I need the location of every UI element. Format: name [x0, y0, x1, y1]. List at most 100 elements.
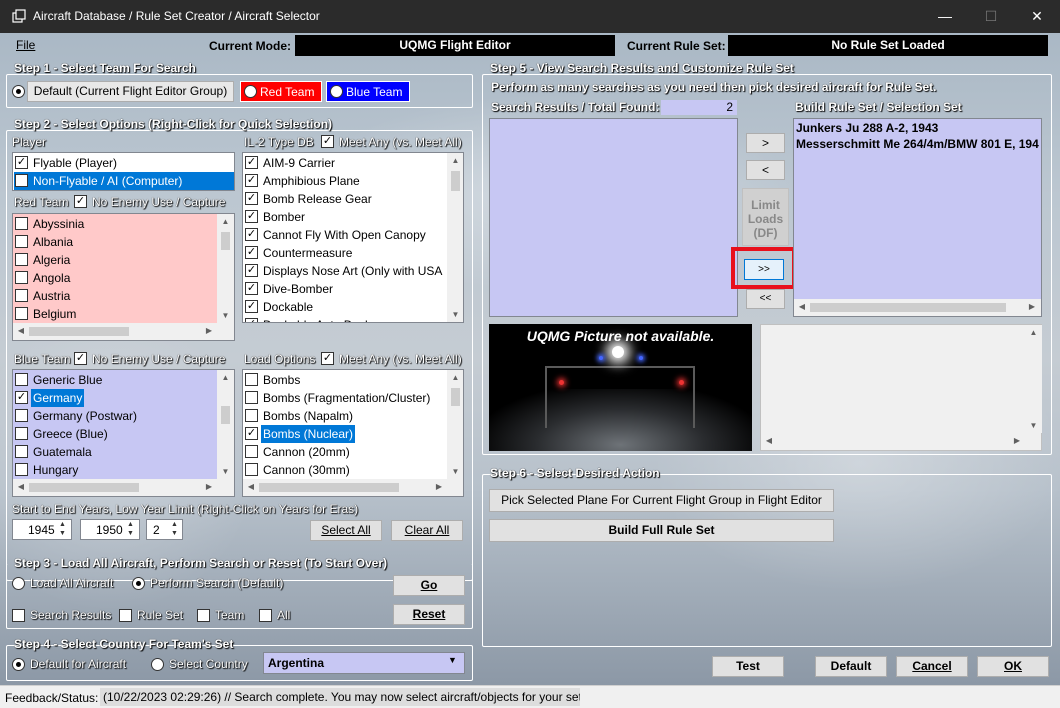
red-no-enemy-checkbox[interactable]: ✓ [74, 195, 87, 208]
blue-no-enemy-checkbox[interactable]: ✓ [74, 352, 87, 365]
list-item[interactable]: Algeria [14, 251, 216, 269]
list-item[interactable]: Hungary [14, 461, 216, 479]
checkbox[interactable]: ✓ [245, 300, 258, 313]
red-team-radio[interactable] [244, 85, 257, 98]
list-item[interactable]: Generic Blue [14, 371, 216, 389]
checkbox[interactable] [245, 409, 258, 422]
list-item[interactable]: ✓ Countermeasure [244, 244, 446, 262]
vertical-scrollbar[interactable]: ▲ ▼ [217, 370, 234, 479]
checkbox[interactable] [15, 174, 28, 187]
rule-set-selection-list[interactable]: Junkers Ju 288 A-2, 1943 Messerschmitt M… [793, 118, 1042, 317]
vertical-scrollbar[interactable]: ▲ ▼ [1025, 325, 1042, 433]
end-year-spinner[interactable]: 1950 ▲ ▼ [80, 519, 140, 540]
remove-button[interactable]: < [746, 160, 785, 180]
country-dropdown[interactable]: Argentina ▼ [263, 652, 465, 674]
limit-loads-button[interactable]: Limit Loads (DF) [742, 188, 789, 246]
add-button[interactable]: > [746, 133, 785, 153]
il2-type-list[interactable]: ✓ AIM-9 Carrier ✓ Amphibious Plane ✓ Bomb Rel… [242, 152, 464, 323]
red-team-list[interactable]: Abyssinia Albania Algeria Angola Austria Belg… [12, 213, 235, 341]
checkbox[interactable]: ✓ [245, 318, 258, 322]
maximize-button[interactable]: ☐ [968, 0, 1014, 33]
chevron-down-icon[interactable]: ▼ [448, 655, 457, 665]
select-country-radio[interactable] [151, 658, 164, 671]
clear-all-checkbox[interactable] [259, 609, 272, 622]
spinner-arrows-icon[interactable]: ▲ ▼ [171, 520, 178, 538]
load-all-radio[interactable] [12, 577, 25, 590]
horizontal-scrollbar[interactable]: ◀ ▶ [794, 299, 1041, 316]
checkbox[interactable]: ✓ [245, 228, 258, 241]
checkbox[interactable] [245, 373, 258, 386]
list-item[interactable]: ✓ Bomber [244, 208, 446, 226]
remove-all-button[interactable]: << [746, 289, 785, 309]
checkbox[interactable]: ✓ [245, 427, 258, 440]
checkbox[interactable] [15, 253, 28, 266]
list-item[interactable]: Abyssinia [14, 215, 216, 233]
vertical-scrollbar[interactable]: ▲ ▼ [447, 153, 463, 322]
vertical-scrollbar[interactable]: ▲ ▼ [217, 214, 234, 323]
menu-file[interactable]: File [16, 38, 35, 52]
perform-search-radio[interactable] [132, 577, 145, 590]
ok-button[interactable]: OK [977, 656, 1049, 677]
checkbox[interactable]: ✓ [245, 174, 258, 187]
checkbox[interactable] [15, 445, 28, 458]
list-item[interactable]: ✓ Dockable [244, 298, 446, 316]
red-team-option[interactable]: Red Team [240, 81, 322, 102]
vertical-scrollbar[interactable]: ▲ ▼ [447, 370, 463, 479]
checkbox[interactable] [15, 427, 28, 440]
select-all-button[interactable]: Select All [310, 520, 382, 541]
cancel-button[interactable]: Cancel [896, 656, 968, 677]
checkbox[interactable] [15, 271, 28, 284]
close-button[interactable]: ✕ [1014, 0, 1060, 33]
list-item[interactable]: ✓ Flyable (Player) [14, 154, 234, 172]
checkbox[interactable] [15, 289, 28, 302]
clear-search-results-checkbox[interactable] [12, 609, 25, 622]
default-aircraft-radio[interactable] [12, 658, 25, 671]
minimize-button[interactable]: — [922, 0, 968, 33]
checkbox[interactable]: ✓ [15, 156, 28, 169]
blue-team-list[interactable]: Generic Blue ✓ Germany Germany (Postwar) Gre… [12, 369, 235, 497]
list-item[interactable]: Messerschmitt Me 264/4m/BMW 801 E, 194 [796, 137, 1041, 151]
list-item[interactable]: Belgium [14, 305, 216, 323]
checkbox[interactable]: ✓ [245, 282, 258, 295]
search-results-list[interactable] [489, 118, 738, 317]
list-item[interactable]: ✓ Dive-Bomber [244, 280, 446, 298]
checkbox[interactable] [15, 307, 28, 320]
checkbox[interactable]: ✓ [245, 264, 258, 277]
checkbox[interactable] [15, 463, 28, 476]
horizontal-scrollbar[interactable]: ◀ ▶ [13, 479, 234, 496]
list-item[interactable]: Bombs [244, 371, 446, 389]
checkbox[interactable] [15, 235, 28, 248]
clear-team-checkbox[interactable] [197, 609, 210, 622]
blue-team-radio[interactable] [330, 85, 343, 98]
il2-meet-any-checkbox[interactable]: ✓ [321, 135, 334, 148]
clear-rule-set-checkbox[interactable] [119, 609, 132, 622]
list-item[interactable]: ✓ Dockable Auto Dock [244, 316, 446, 322]
load-options-list[interactable]: Bombs Bombs (Fragmentation/Cluster) Bombs … [242, 369, 464, 497]
checkbox[interactable] [245, 445, 258, 458]
checkbox[interactable]: ✓ [245, 192, 258, 205]
list-item[interactable]: Bombs (Napalm) [244, 407, 446, 425]
list-item[interactable]: Germany (Postwar) [14, 407, 216, 425]
list-item[interactable]: ✓ AIM-9 Carrier [244, 154, 446, 172]
checkbox[interactable]: ✓ [15, 391, 28, 404]
default-team-label[interactable]: Default (Current Flight Editor Group) [27, 81, 234, 102]
pick-plane-button[interactable]: Pick Selected Plane For Current Flight G… [489, 489, 834, 512]
test-button[interactable]: Test [712, 656, 784, 677]
blue-team-option[interactable]: Blue Team [326, 81, 410, 102]
list-item[interactable]: ✓ Displays Nose Art (Only with USA [244, 262, 446, 280]
start-year-spinner[interactable]: 1945 ▲ ▼ [12, 519, 72, 540]
checkbox[interactable]: ✓ [245, 210, 258, 223]
list-item[interactable]: Angola [14, 269, 216, 287]
list-item[interactable]: Cannon (30mm) [244, 461, 446, 479]
horizontal-scrollbar[interactable]: ◀ ▶ [243, 479, 463, 496]
default-team-radio[interactable] [12, 85, 25, 98]
spinner-arrows-icon[interactable]: ▲ ▼ [127, 520, 134, 538]
list-item[interactable]: ✓ Germany [14, 389, 216, 407]
list-item[interactable]: Bombs (Fragmentation/Cluster) [244, 389, 446, 407]
checkbox[interactable]: ✓ [245, 246, 258, 259]
list-item[interactable]: Albania [14, 233, 216, 251]
aircraft-info-box[interactable]: ▲ ▼ ◀ ▶ [760, 324, 1042, 451]
list-item[interactable]: Cannon (20mm) [244, 443, 446, 461]
go-button[interactable]: Go [393, 575, 465, 596]
add-all-button[interactable]: >> [744, 259, 784, 280]
